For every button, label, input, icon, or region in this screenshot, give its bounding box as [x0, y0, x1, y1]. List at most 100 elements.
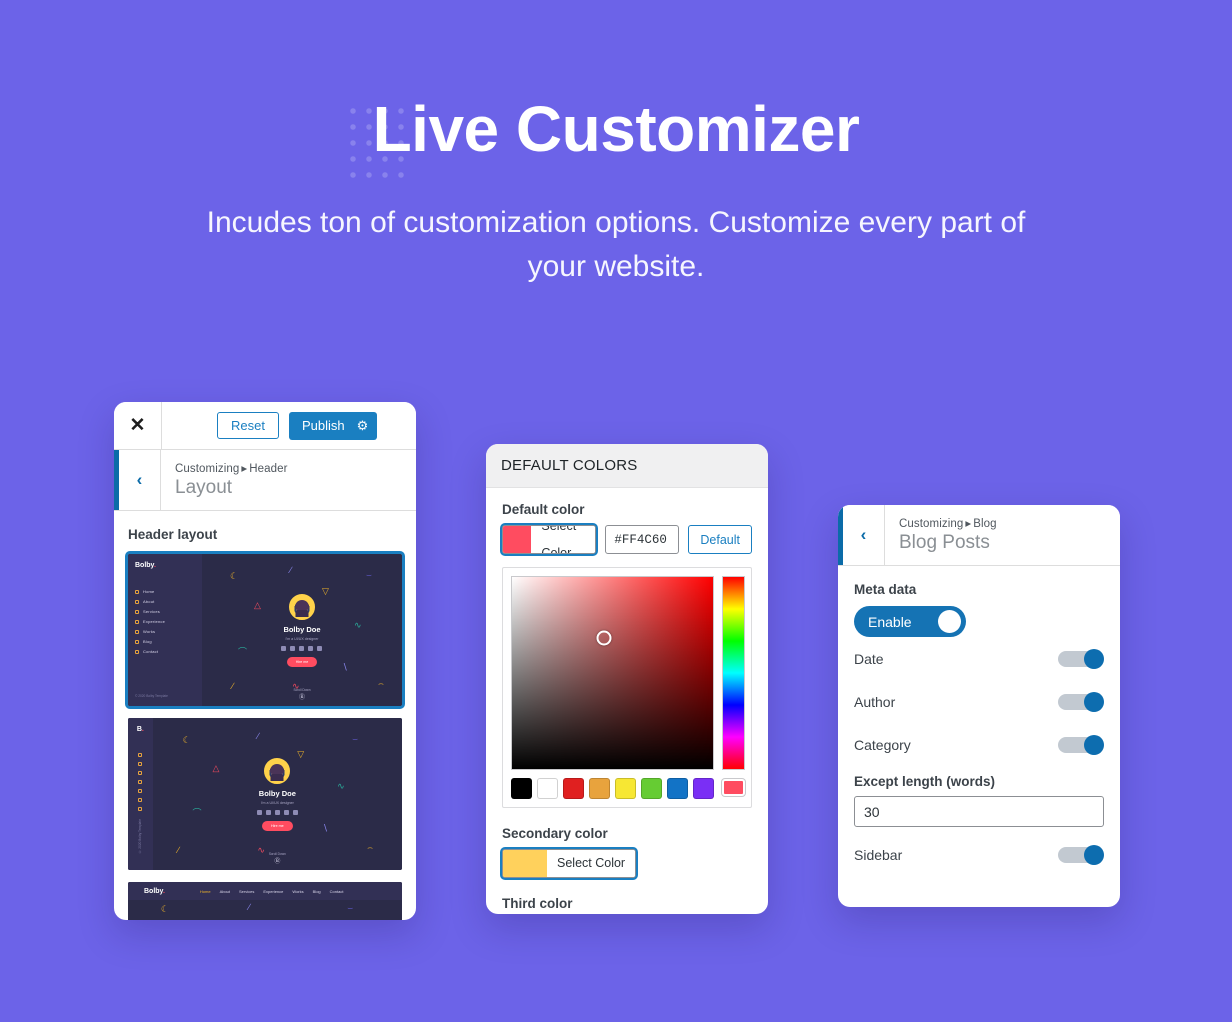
doodle-wave-icon: ∿ — [337, 780, 345, 791]
preview-nav: Home About Services Experience Works Blo… — [135, 589, 195, 654]
preset-swatch-green[interactable] — [641, 778, 662, 799]
default-color-reset-button[interactable]: Default — [688, 525, 752, 554]
dribbble-icon — [308, 645, 314, 651]
date-switch[interactable] — [1058, 649, 1104, 669]
preview-tagline: I'm a UI/UX designer — [285, 636, 319, 641]
pinterest-icon — [317, 645, 323, 651]
preview-nav-item — [138, 789, 143, 793]
breadcrumb-section: Blog — [973, 518, 997, 530]
panel-header-breadcrumb-bar: ‹ Customizing ▸ Header Layout — [114, 450, 416, 511]
dribbble-icon — [283, 809, 289, 815]
layout-option-sidebar-icons[interactable]: B. © 2020 Bolby Template ☾ ∕ ⌣ ▽ △ ∿ ⌒ ∖… — [128, 718, 402, 870]
default-color-hex-input[interactable] — [605, 525, 680, 554]
doodle-triangle-icon: ▽ — [321, 586, 329, 597]
doodle-slash-icon: ∕ — [289, 565, 292, 576]
user-icon — [138, 762, 143, 766]
doodle-arc-icon: ⌢ — [367, 841, 374, 852]
saturation-value-area[interactable] — [511, 576, 714, 770]
category-switch[interactable] — [1058, 735, 1104, 755]
default-color-swatch — [503, 526, 532, 553]
back-icon[interactable]: ‹ — [119, 450, 161, 510]
preview-nav-item: Services — [135, 609, 195, 614]
preset-swatch-white[interactable] — [537, 778, 558, 799]
customizer-panel-colors: DEFAULT COLORS Default color Select Colo… — [486, 444, 768, 914]
preview-hire-button: Hire me — [286, 656, 318, 667]
preset-swatch-yellow[interactable] — [615, 778, 636, 799]
preview-nav-item — [138, 753, 143, 757]
author-switch[interactable] — [1058, 692, 1104, 712]
doodle-triangle-icon: ▽ — [297, 748, 305, 759]
default-color-select-button[interactable]: Select Color — [502, 525, 597, 554]
customizer-panel-header: ✕ Reset Publish ⚙ ‹ Customizing ▸ Header L… — [114, 402, 416, 920]
preset-swatch-blue[interactable] — [667, 778, 688, 799]
preset-swatch-red[interactable] — [563, 778, 584, 799]
layout-option-sidebar-wide[interactable]: Bolby. Home About Services Experience Wo… — [125, 551, 405, 709]
twitter-icon — [265, 809, 271, 815]
gear-icon[interactable]: ⚙ — [357, 419, 369, 432]
site-preview: Bolby. Home About Services Experience Wo… — [128, 554, 402, 706]
home-icon — [138, 753, 143, 757]
toggle-row-category[interactable]: Category — [854, 723, 1104, 766]
toggle-label: Date — [854, 651, 884, 667]
preview-logo: Bolby. — [144, 888, 165, 895]
back-icon[interactable]: ‹ — [843, 505, 885, 565]
preset-swatch-orange[interactable] — [589, 778, 610, 799]
doodle-moon-icon: ☾ — [229, 571, 239, 582]
preview-nav-item — [138, 762, 143, 766]
doodle-arc-icon: ⌒ — [237, 647, 247, 658]
sidebar-switch[interactable] — [1058, 845, 1104, 865]
third-color-label: Third color — [502, 896, 573, 911]
avatar — [264, 757, 291, 784]
home-icon — [135, 589, 139, 594]
color-picker[interactable] — [502, 567, 752, 808]
breadcrumb-section: Header — [249, 463, 288, 475]
preview-nav-item: Contact — [135, 649, 195, 654]
hue-slider[interactable] — [722, 576, 745, 770]
breadcrumb-prefix: Customizing — [899, 518, 964, 530]
preview-nav-item: Works — [135, 629, 195, 634]
preview-social-links — [281, 645, 323, 651]
preview-nav-label: Blog — [143, 639, 152, 644]
layout-option-top-nav[interactable]: Bolby. Home About Services Experience Wo… — [128, 882, 402, 920]
default-colors-body: Default color Select Color Default — [486, 488, 768, 914]
excerpt-length-input[interactable] — [854, 796, 1104, 827]
toggle-row-date[interactable]: Date — [854, 637, 1104, 680]
avatar — [288, 593, 315, 620]
preset-swatch-black[interactable] — [511, 778, 532, 799]
doodle-moon-icon: ☾ — [182, 735, 191, 746]
secondary-color-select-button[interactable]: Select Color — [502, 849, 637, 878]
breadcrumb-prefix: Customizing — [175, 463, 240, 475]
preview-social-links — [256, 809, 298, 815]
secondary-color-swatch — [503, 850, 547, 877]
panel-section-title: Blog Posts — [899, 532, 990, 553]
toggle-label: Author — [854, 694, 896, 710]
doodle-arc-icon: ⌣ — [347, 903, 354, 914]
pencil-icon — [135, 639, 139, 644]
mouse-icon: Ⓑ — [298, 695, 305, 701]
default-colors-header: DEFAULT COLORS — [486, 444, 768, 488]
pinterest-icon — [292, 809, 298, 815]
blog-posts-body: Meta data Enable Date Author Category Ex… — [838, 566, 1120, 876]
instagram-icon — [281, 645, 287, 651]
preview-nav-label: Experience — [143, 619, 166, 624]
switch-knob — [1084, 649, 1104, 669]
toggle-row-author[interactable]: Author — [854, 680, 1104, 723]
doodle-slash-icon: ∖ — [322, 823, 328, 834]
preset-swatch-purple[interactable] — [693, 778, 714, 799]
preview-hero: ☾ ∕ ⌣ ▽ △ ∿ ⌒ ∖ ∕ ∿ ⌢ Bolby Doe I'm a UI… — [202, 554, 402, 706]
doodle-wave-icon: ∿ — [353, 619, 362, 630]
reset-button[interactable]: Reset — [217, 412, 279, 439]
default-color-select-label: Select Color — [531, 526, 596, 553]
saturation-value-handle[interactable] — [596, 630, 612, 646]
meta-data-enable-toggle[interactable]: Enable — [854, 606, 966, 637]
preview-nav-item — [138, 798, 143, 802]
panel-section-title: Layout — [175, 477, 233, 498]
close-icon[interactable]: ✕ — [114, 402, 162, 449]
publish-button-label: Publish — [301, 418, 345, 433]
twitter-icon — [290, 645, 296, 651]
hue-slider-handle[interactable] — [722, 779, 745, 796]
toggle-row-sidebar[interactable]: Sidebar — [854, 833, 1104, 876]
publish-button[interactable]: Publish ⚙ — [288, 411, 378, 440]
doodle-triangle-icon: △ — [212, 762, 220, 773]
preview-logo: B. — [136, 726, 144, 733]
